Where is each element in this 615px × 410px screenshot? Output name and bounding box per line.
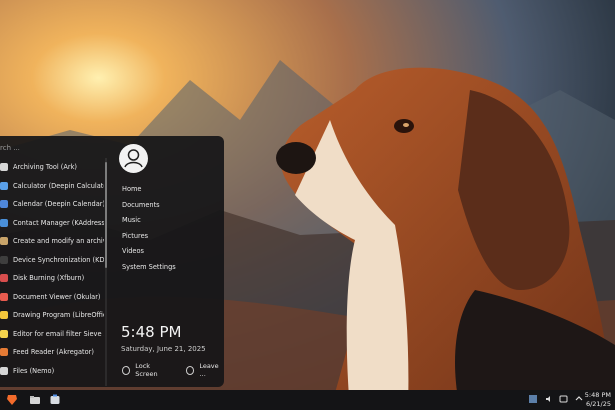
battery-icon[interactable] <box>559 394 569 404</box>
app-item-feed-reader[interactable]: Feed Reader (Akregator) <box>0 343 104 362</box>
app-item-disk-burning[interactable]: Disk Burning (Xfburn) <box>0 269 104 288</box>
software-store-icon[interactable] <box>48 393 62 407</box>
calculator-icon <box>0 181 8 190</box>
app-item-archive[interactable]: Create and modify an archive (… <box>0 232 104 251</box>
calendar-icon <box>0 200 8 209</box>
app-label: Feed Reader (Akregator) <box>13 348 94 357</box>
session-actions: Lock Screen Leave … <box>122 362 224 378</box>
app-label: Files (Nemo) <box>13 366 55 375</box>
disc-icon <box>0 274 8 283</box>
drawing-icon <box>0 311 8 320</box>
brave-browser-icon[interactable] <box>5 393 19 407</box>
chevron-up-icon[interactable] <box>574 394 584 404</box>
app-item-calendar[interactable]: Calendar (Deepin Calendar) <box>0 195 104 214</box>
lock-icon <box>122 365 131 375</box>
app-label: Disk Burning (Xfburn) <box>13 274 85 283</box>
application-launcher: rch ... Archiving Tool (Ark) Calculator … <box>0 136 224 387</box>
rss-icon <box>0 348 8 357</box>
lock-screen-label: Lock Screen <box>135 362 158 378</box>
volume-icon[interactable] <box>544 394 554 404</box>
contacts-icon <box>0 218 8 227</box>
taskbar-clock[interactable]: 5:48 PM 6/21/25 <box>585 391 611 409</box>
document-icon <box>0 292 8 301</box>
app-item-document-viewer[interactable]: Document Viewer (Okular) <box>0 288 104 307</box>
folder-icon <box>0 366 8 375</box>
app-label: Archiving Tool (Ark) <box>13 163 77 172</box>
app-label: Calendar (Deepin Calendar) <box>13 200 104 209</box>
user-avatar[interactable] <box>119 144 148 173</box>
taskbar-date: 6/21/25 <box>585 400 611 408</box>
menu-date: Saturday, June 21, 2025 <box>121 345 206 353</box>
app-label: Create and modify an archive (… <box>13 237 104 246</box>
app-item-drawing[interactable]: Drawing Program (LibreOffice … <box>0 306 104 325</box>
user-icon <box>124 149 143 168</box>
app-label: Drawing Program (LibreOffice … <box>13 311 104 320</box>
app-item-ark[interactable]: Archiving Tool (Ark) <box>0 158 104 177</box>
leave-icon <box>186 365 195 375</box>
screen-icon[interactable] <box>528 394 538 404</box>
place-pictures[interactable]: Pictures <box>122 229 176 245</box>
place-home[interactable]: Home <box>122 182 176 198</box>
app-label: Document Viewer (Okular) <box>13 292 101 301</box>
archive-icon <box>0 163 8 172</box>
app-item-files[interactable]: Files (Nemo) <box>0 362 104 381</box>
taskbar: 5:48 PM 6/21/25 <box>0 390 615 410</box>
app-list-scrollbar-thumb[interactable] <box>105 162 107 268</box>
file-manager-icon[interactable] <box>28 393 42 407</box>
menu-clock: 5:48 PM <box>121 323 182 341</box>
app-label: Calculator (Deepin Calculator) <box>13 181 104 190</box>
app-label: Editor for email filter Sieve scri… <box>13 329 104 338</box>
app-item-calculator[interactable]: Calculator (Deepin Calculator) <box>0 177 104 196</box>
package-icon <box>0 237 8 246</box>
app-list: Archiving Tool (Ark) Calculator (Deepin … <box>0 158 104 380</box>
place-music[interactable]: Music <box>122 213 176 229</box>
sync-icon <box>0 255 8 264</box>
app-label: Contact Manager (KAddressBo… <box>13 218 104 227</box>
taskbar-time: 5:48 PM <box>584 391 611 399</box>
places-list: Home Documents Music Pictures Videos Sys… <box>122 182 176 275</box>
place-system-settings[interactable]: System Settings <box>122 260 176 276</box>
leave-button[interactable]: Leave … <box>186 362 224 378</box>
leave-label: Leave … <box>199 362 219 378</box>
filter-icon <box>0 329 8 338</box>
app-item-sieve-editor[interactable]: Editor for email filter Sieve scri… <box>0 325 104 344</box>
lock-screen-button[interactable]: Lock Screen <box>122 362 170 378</box>
app-item-contacts[interactable]: Contact Manager (KAddressBo… <box>0 214 104 233</box>
app-item-sync[interactable]: Device Synchronization (KDE C… <box>0 251 104 270</box>
place-videos[interactable]: Videos <box>122 244 176 260</box>
place-documents[interactable]: Documents <box>122 198 176 214</box>
search-field[interactable]: rch ... <box>0 144 20 152</box>
app-label: Device Synchronization (KDE C… <box>13 255 104 264</box>
